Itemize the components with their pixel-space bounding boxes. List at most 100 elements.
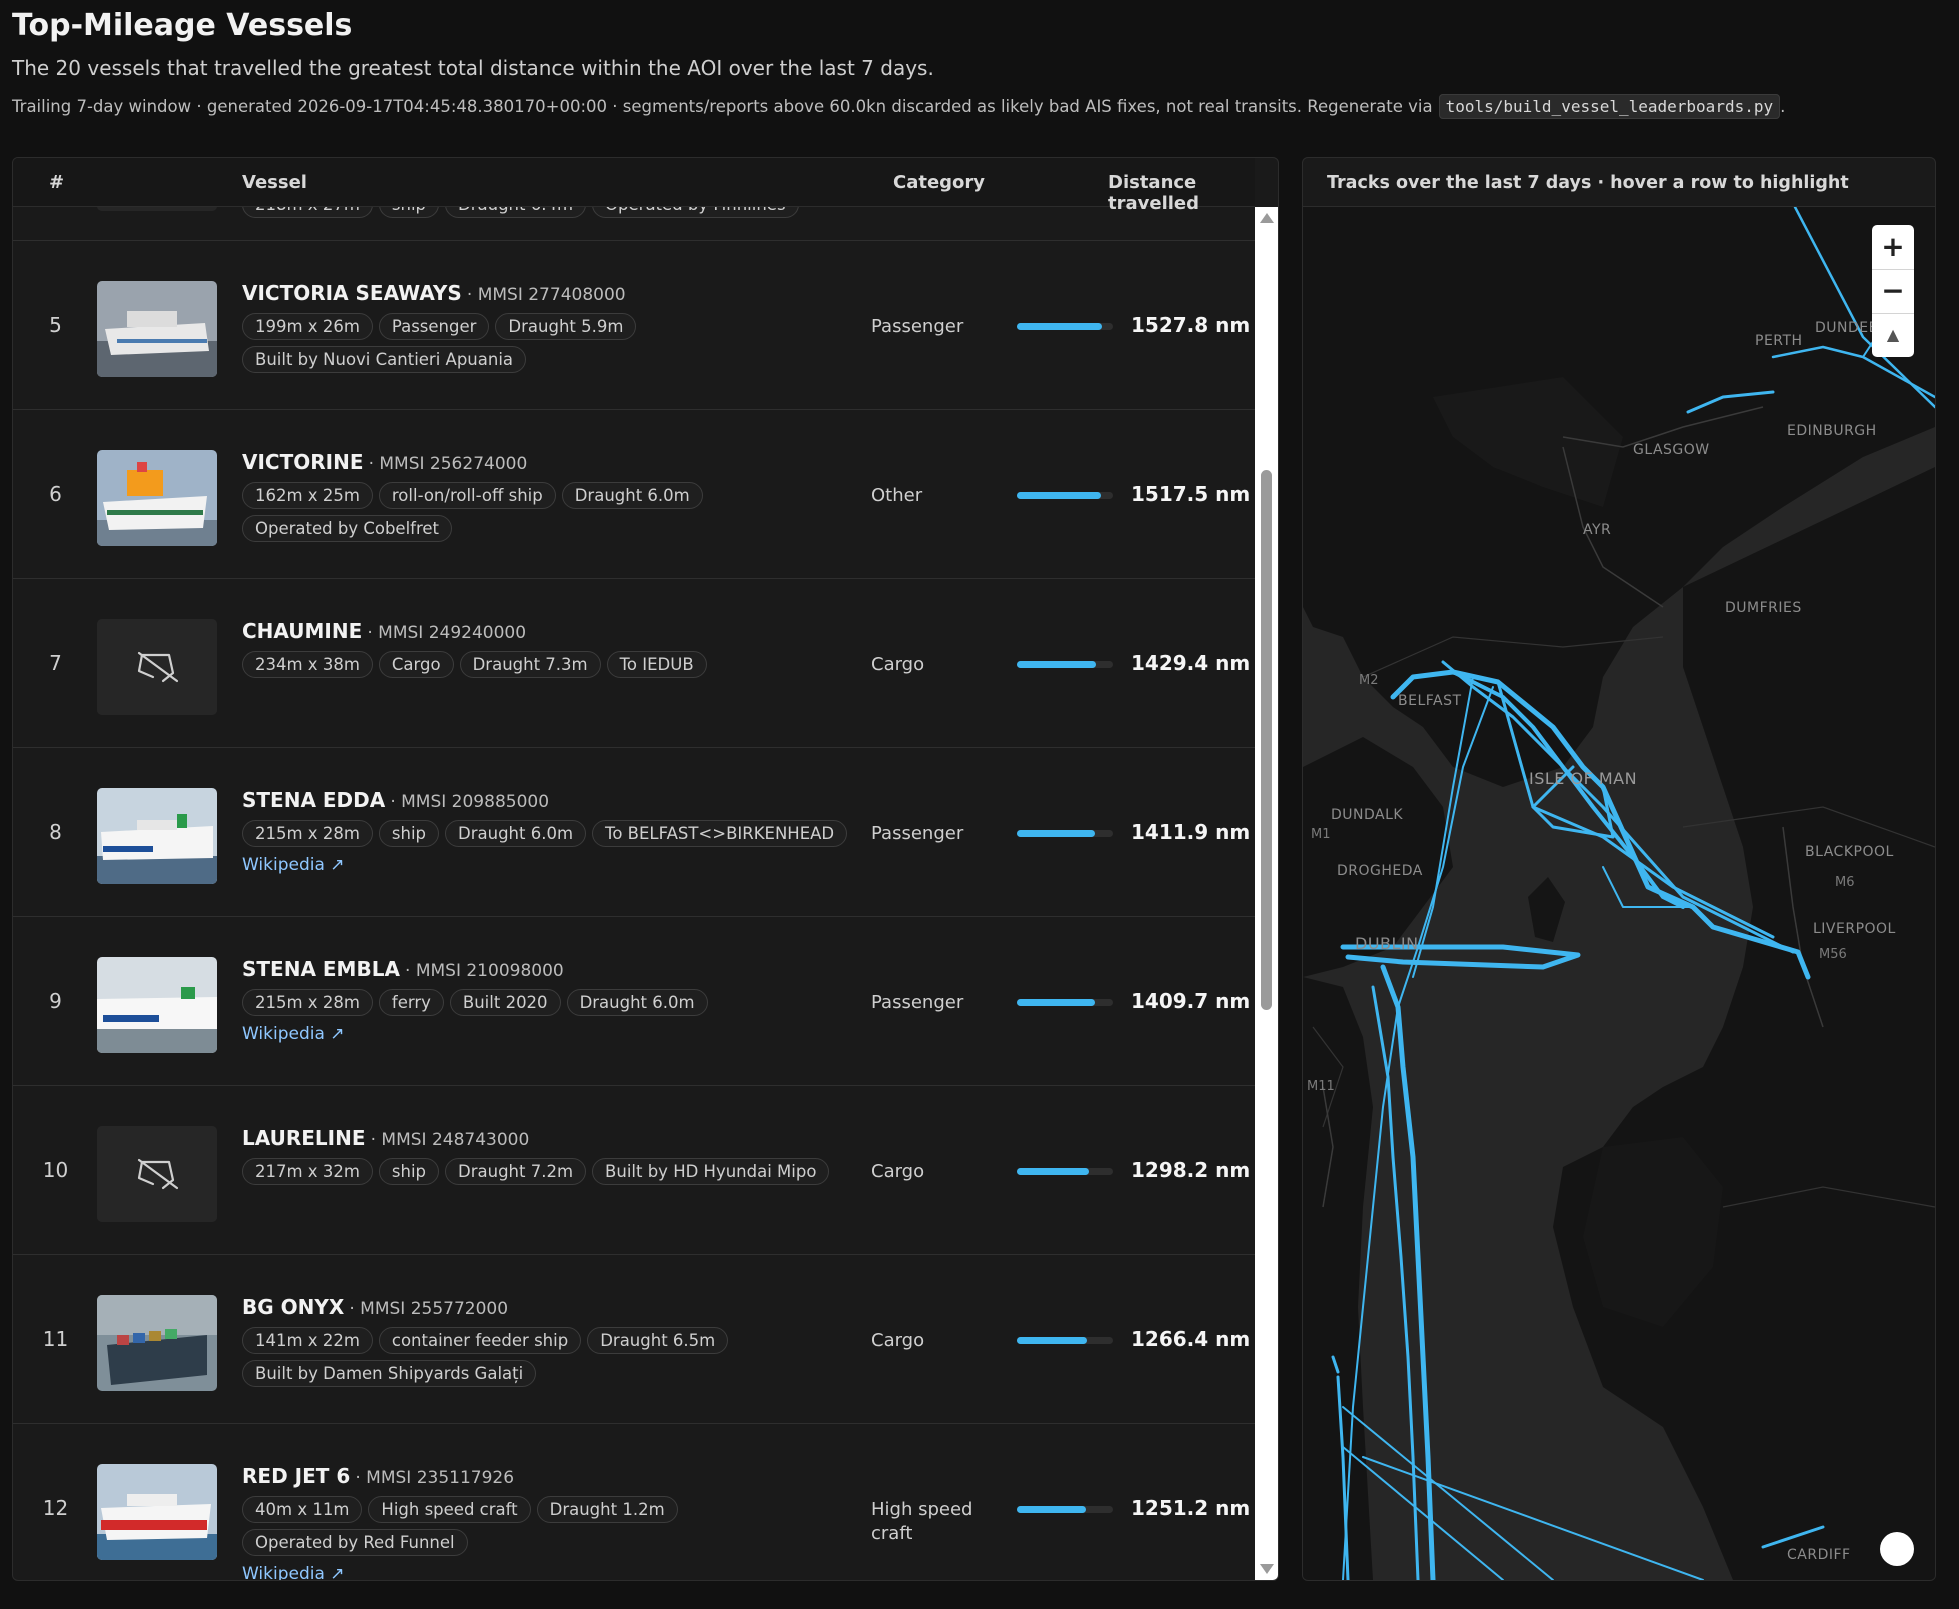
- distance-value: 1411.9 nm: [1131, 820, 1251, 844]
- table-row[interactable]: 7 CHAUMINE · MMSI 249240000 234m x 38m Ca…: [13, 579, 1255, 748]
- distance-bar-fill: [1017, 492, 1102, 499]
- place-label: BLACKPOOL: [1805, 844, 1894, 860]
- vessel-attribute-chip: 215m x 28m: [242, 989, 373, 1016]
- column-category[interactable]: Category: [893, 172, 985, 193]
- table-row[interactable]: 6 VICTORINE · MMSI 256274000 162m x 25m r…: [13, 410, 1255, 579]
- distance-bar-fill: [1017, 830, 1095, 837]
- table-row[interactable]: 8 STENA EDDA · MMSI 209885000 215m x 28m…: [13, 748, 1255, 917]
- zoom-out-button[interactable]: −: [1872, 269, 1914, 313]
- column-vessel[interactable]: Vessel: [242, 172, 307, 193]
- vessel-info: BG ONYX · MMSI 255772000 141m x 22m conta…: [242, 1295, 862, 1387]
- place-label: BELFAST: [1398, 693, 1462, 709]
- no-image-icon: [97, 1126, 217, 1222]
- page-subtitle: The 20 vessels that travelled the greate…: [12, 56, 934, 80]
- vessel-attributes: 217m x 32m ship Draught 7.2m Built by HD Hy…: [242, 1158, 862, 1185]
- vessel-category: Cargo: [871, 1330, 925, 1351]
- vessel-category: Passenger: [871, 823, 964, 844]
- distance-value: 1251.2 nm: [1131, 1496, 1251, 1520]
- vessel-name: BG ONYX: [242, 1295, 345, 1319]
- table-row[interactable]: 218m x 27m ship Draught 6.4m Operated by Fi…: [13, 207, 1255, 241]
- vessel-category: Cargo: [871, 1161, 925, 1182]
- vessel-attribute-chip: ship: [378, 1158, 440, 1185]
- table-row[interactable]: 12 RED JET 6 · MMSI 235117926 40m x 11m H…: [13, 1424, 1255, 1580]
- vessel-category: Passenger: [871, 316, 964, 337]
- vessel-photo: [97, 281, 217, 377]
- road-label: M11: [1307, 1079, 1335, 1094]
- vessel-mmsi: · MMSI 277408000: [466, 285, 626, 305]
- vessel-info: VICTORIA SEAWAYS · MMSI 277408000 199m x…: [242, 281, 862, 373]
- scroll-down-arrow[interactable]: [1260, 1564, 1274, 1574]
- rank-number: 12: [42, 1496, 69, 1520]
- vessel-name: VICTORINE: [242, 450, 364, 474]
- vessel-attribute-chip: Operated by Cobelfret: [242, 515, 453, 542]
- vessel-attribute-chip: Built by Damen Shipyards Galați: [242, 1360, 537, 1387]
- distance-bar-fill: [1017, 999, 1095, 1006]
- distance-value: 1527.8 nm: [1131, 313, 1251, 337]
- column-rank[interactable]: #: [49, 172, 64, 193]
- rank-number: 8: [49, 820, 62, 844]
- map-canvas: [1303, 207, 1935, 1580]
- vessel-attribute-chip: Draught 7.2m: [445, 1158, 587, 1185]
- rank-number: 5: [49, 313, 62, 337]
- vessel-attribute-chip: Draught 1.2m: [536, 1496, 678, 1523]
- page-title: Top-Mileage Vessels: [12, 8, 353, 43]
- table-row[interactable]: 5 VICTORIA SEAWAYS · MMSI 277408000 199m…: [13, 241, 1255, 410]
- vessel-info: RED JET 6 · MMSI 235117926 40m x 11m High…: [242, 1464, 862, 1580]
- vessel-attribute-chip: Cargo: [378, 651, 454, 678]
- table-row[interactable]: 10 LAURELINE · MMSI 248743000 217m x 32m…: [13, 1086, 1255, 1255]
- vessel-attribute-chip: Built 2020: [449, 989, 561, 1016]
- distance-value: 1298.2 nm: [1131, 1158, 1251, 1182]
- vessel-photo: [97, 1464, 217, 1560]
- place-label: DUNDEE: [1815, 320, 1878, 336]
- vessel-attribute-chip: Draught 6.0m: [445, 820, 587, 847]
- place-label: DROGHEDA: [1337, 863, 1423, 879]
- vessel-info: LAURELINE · MMSI 248743000 217m x 32m shi…: [242, 1126, 862, 1185]
- vessel-attributes: 162m x 25m roll-on/roll-off ship Draught 6…: [242, 482, 862, 542]
- vessel-photo: [97, 957, 217, 1053]
- place-label: PERTH: [1755, 333, 1803, 349]
- vessel-attribute-chip: 215m x 28m: [242, 820, 373, 847]
- vessel-category: High speed craft: [871, 1499, 973, 1544]
- table-row[interactable]: 11 BG ONYX · MMSI 255772000 141m x 22m co…: [13, 1255, 1255, 1424]
- map-header: Tracks over the last 7 days · hover a ro…: [1303, 158, 1935, 207]
- vessel-name: STENA EDDA: [242, 788, 386, 812]
- vessel-info: 218m x 27m ship Draught 6.4m Operated by Fi…: [242, 207, 862, 218]
- table-body[interactable]: 218m x 27m ship Draught 6.4m Operated by Fi…: [13, 207, 1255, 1580]
- scroll-thumb[interactable]: [1261, 470, 1272, 1010]
- distance-value: 1266.4 nm: [1131, 1327, 1251, 1351]
- table-scrollbar[interactable]: [1255, 207, 1278, 1580]
- wikipedia-link[interactable]: Wikipedia ↗: [242, 1564, 345, 1580]
- rank-number: 10: [42, 1158, 69, 1182]
- leaderboard-table: # Vessel Category Distance travelled 218…: [12, 157, 1279, 1581]
- vessel-mmsi: · MMSI 248743000: [370, 1130, 530, 1150]
- map-attribution-info-icon[interactable]: i: [1880, 1532, 1914, 1566]
- vessel-attribute-chip: 199m x 26m: [242, 313, 373, 340]
- vessel-photo: [97, 207, 217, 211]
- compass-reset-button[interactable]: ▲: [1872, 313, 1914, 357]
- vessel-info: STENA EMBLA · MMSI 210098000 215m x 28m f…: [242, 957, 862, 1044]
- distance-bar: [1017, 830, 1113, 837]
- zoom-in-button[interactable]: +: [1872, 225, 1914, 269]
- distance-bar-fill: [1017, 661, 1096, 668]
- vessel-attributes: 40m x 11m High speed craft Draught 1.2m Ope…: [242, 1496, 862, 1556]
- vessel-attribute-chip: Draught 6.0m: [561, 482, 703, 509]
- info-glyph: i: [1893, 1537, 1901, 1561]
- vessel-name: CHAUMINE: [242, 619, 363, 643]
- table-row[interactable]: 9 STENA EMBLA · MMSI 210098000 215m x 28…: [13, 917, 1255, 1086]
- vessel-name: VICTORIA SEAWAYS: [242, 281, 462, 305]
- place-label: DUBLIN: [1355, 934, 1419, 953]
- vessel-mmsi: · MMSI 209885000: [390, 792, 550, 812]
- wikipedia-link[interactable]: Wikipedia ↗: [242, 855, 345, 875]
- map-zoom-controls: + − ▲: [1872, 225, 1914, 357]
- vessel-name: STENA EMBLA: [242, 957, 400, 981]
- table-header: # Vessel Category Distance travelled: [13, 158, 1255, 214]
- tracks-map[interactable]: DUNDEE PERTH EDINBURGH GLASGOW AYR DUMFR…: [1303, 207, 1935, 1580]
- vessel-attributes: 234m x 38m Cargo Draught 7.3m To IEDUB: [242, 651, 862, 678]
- wikipedia-link[interactable]: Wikipedia ↗: [242, 1024, 345, 1044]
- vessel-attribute-chip: Operated by Finnlines: [592, 207, 799, 218]
- vessel-info: STENA EDDA · MMSI 209885000 215m x 28m sh…: [242, 788, 862, 875]
- rank-number: 9: [49, 989, 62, 1013]
- script-path: tools/build_vessel_leaderboards.py: [1438, 94, 1781, 119]
- vessel-attribute-chip: 218m x 27m: [242, 207, 373, 218]
- scroll-up-arrow[interactable]: [1260, 213, 1274, 223]
